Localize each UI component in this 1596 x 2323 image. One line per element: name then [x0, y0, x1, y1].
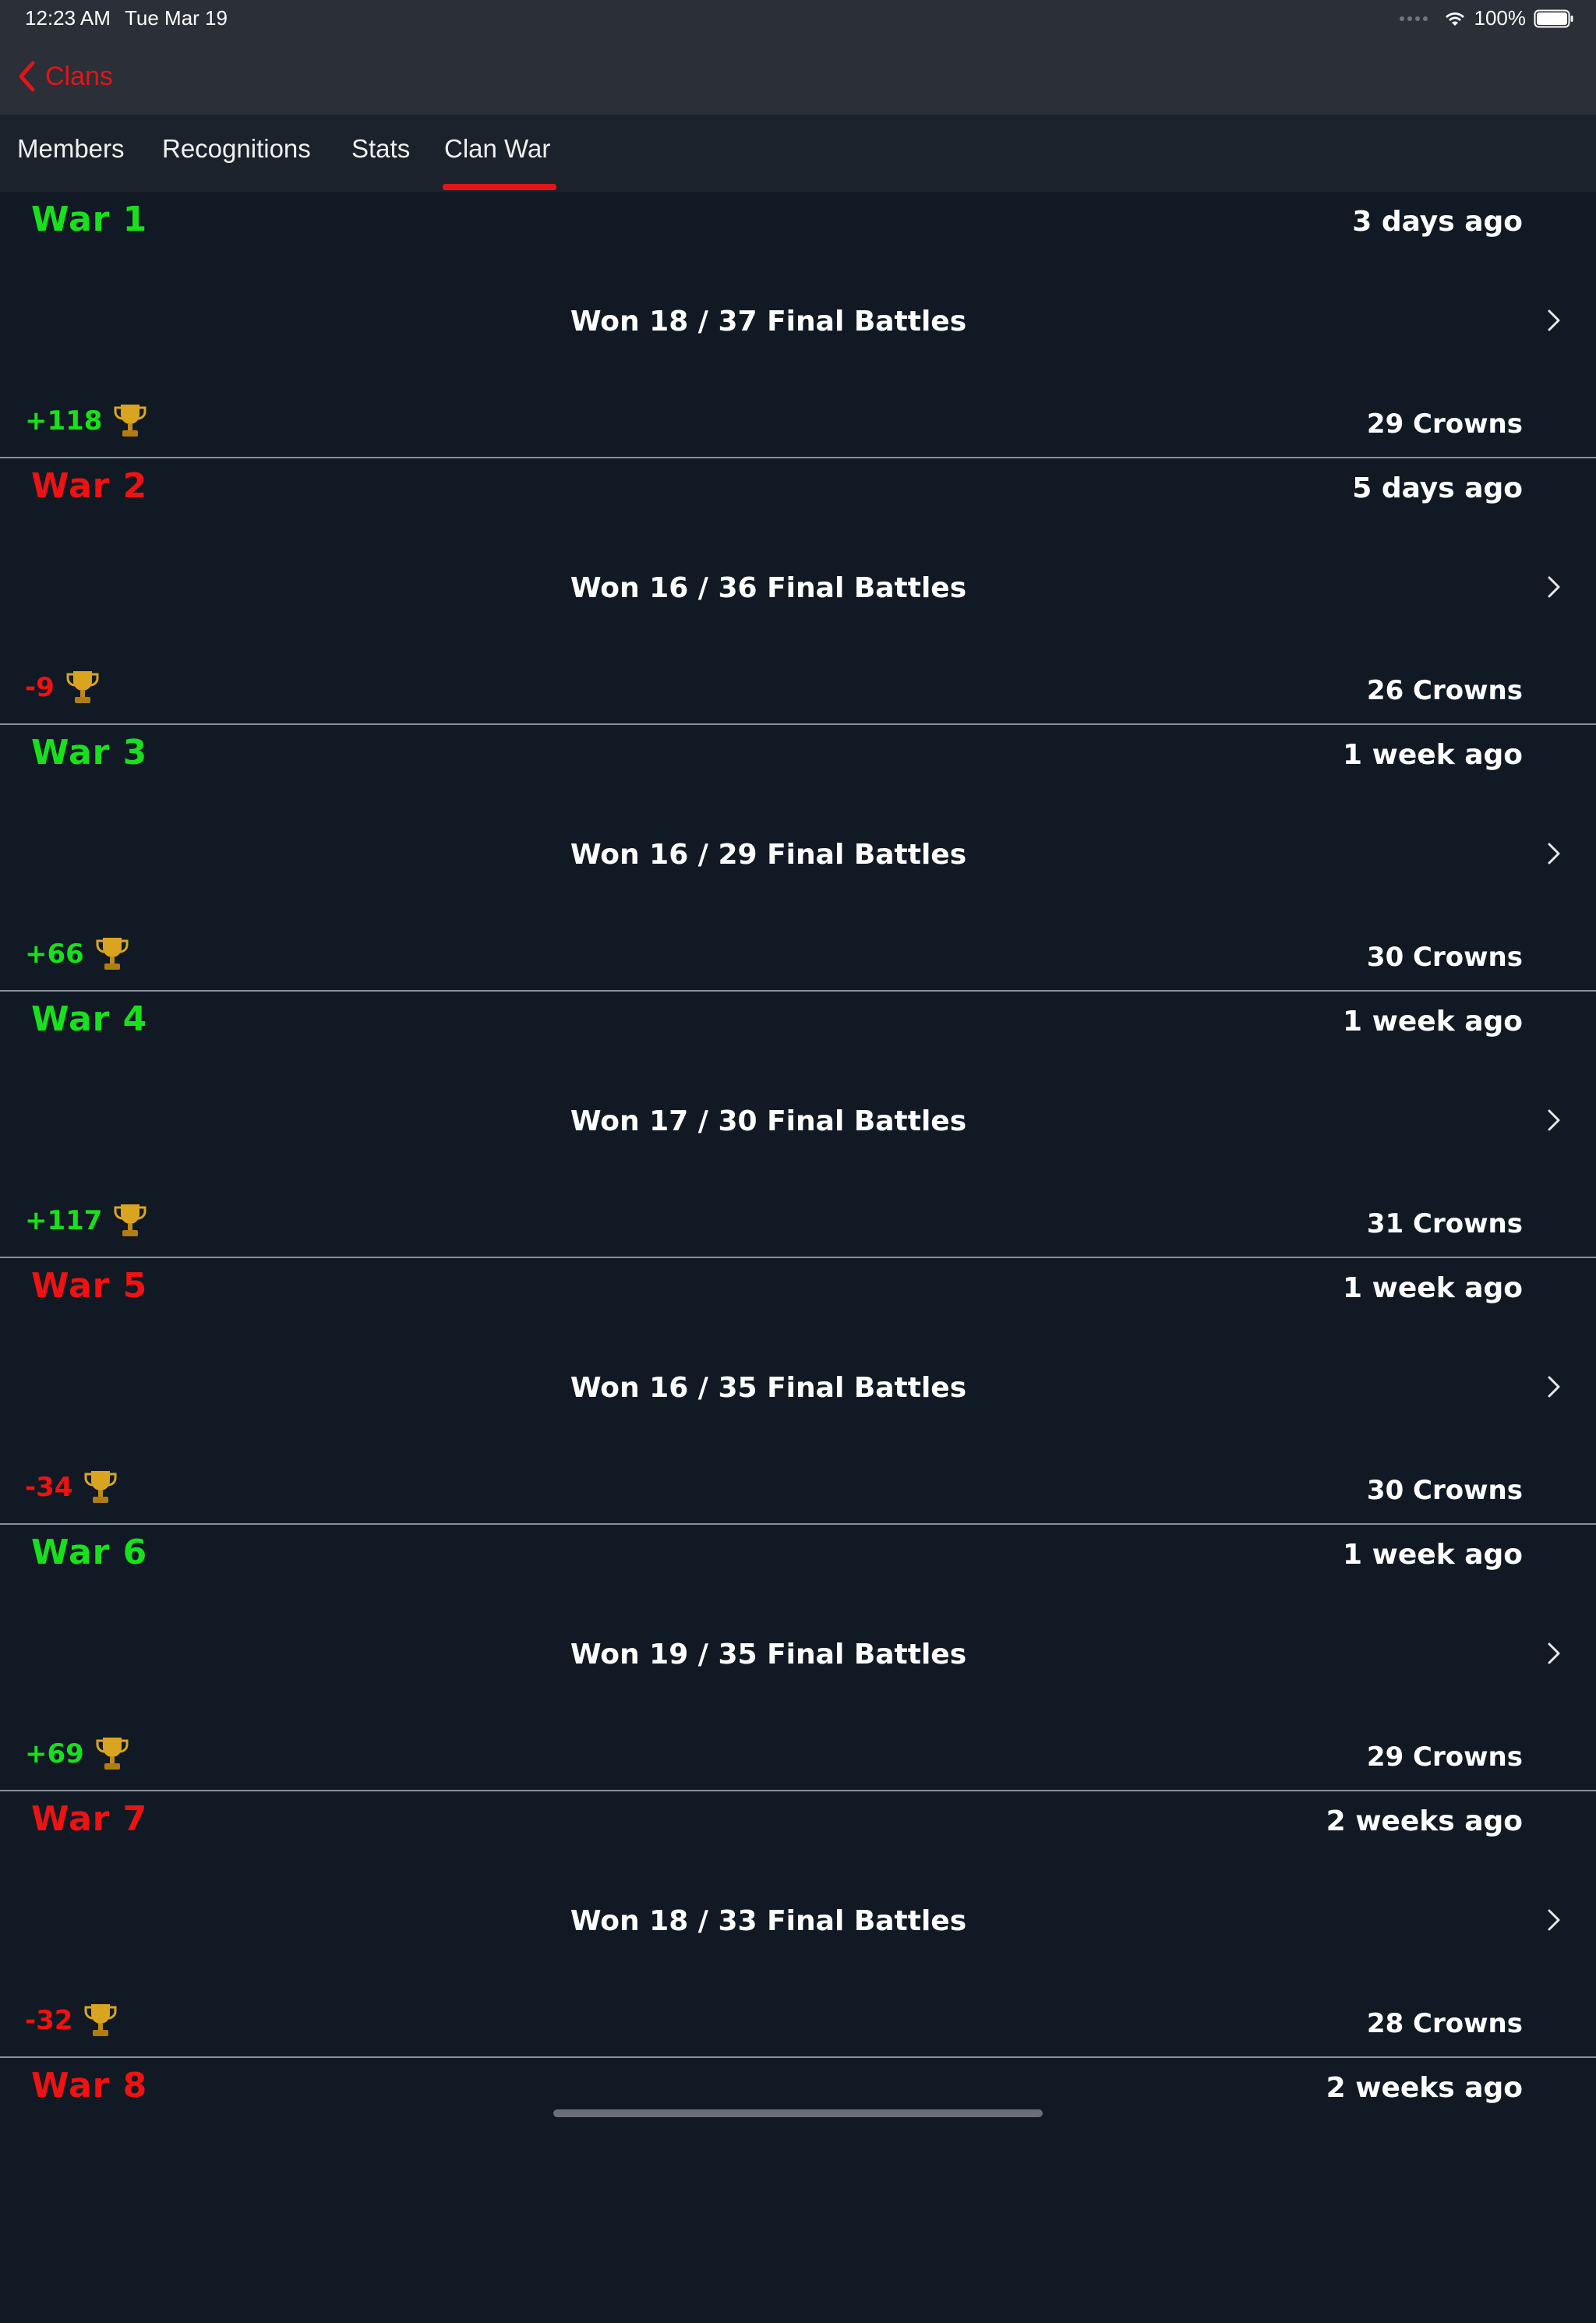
war-time: 2 weeks ago: [1326, 2072, 1523, 2104]
chevron-right-icon: [1546, 842, 1562, 865]
war-crowns: 29 Crowns: [1366, 408, 1523, 440]
war-row[interactable]: War 6 1 week ago Won 19 / 35 Final Battl…: [0, 1523, 1596, 1790]
war-summary: Won 16 / 36 Final Battles: [570, 572, 967, 604]
status-time: 12:23 AM: [25, 6, 111, 30]
trophy-change-value: +69: [25, 1738, 84, 1770]
chevron-right-icon: [1546, 1375, 1562, 1398]
war-title: War 5: [31, 1266, 148, 1306]
status-date: Tue Mar 19: [125, 6, 228, 30]
trophy-change: +69: [25, 1735, 129, 1773]
status-indicators: 100%: [1399, 6, 1575, 30]
war-crowns: 29 Crowns: [1366, 1741, 1523, 1773]
war-row[interactable]: War 4 1 week ago Won 17 / 30 Final Battl…: [0, 990, 1596, 1257]
trophy-change-value: -34: [25, 1472, 73, 1503]
chevron-left-icon: [17, 60, 36, 93]
selected-tab-indicator: [443, 184, 556, 190]
trophy-icon: [83, 1469, 118, 1506]
trophy-change: +118: [25, 402, 147, 440]
trophy-change: -34: [25, 1469, 118, 1506]
war-crowns: 30 Crowns: [1366, 1475, 1523, 1506]
war-list: War 1 3 days ago Won 18 / 37 Final Battl…: [0, 192, 1596, 2323]
chevron-right-icon: [1546, 309, 1562, 332]
trophy-change-value: +118: [25, 405, 103, 437]
war-title: War 7: [31, 1799, 148, 1839]
trophy-change: -9: [25, 669, 100, 706]
war-time: 1 week ago: [1343, 739, 1523, 771]
trophy-change: +66: [25, 935, 129, 973]
war-time: 1 week ago: [1343, 1272, 1523, 1304]
war-title: War 6: [31, 1533, 148, 1572]
battery-percentage: 100%: [1474, 6, 1527, 30]
war-row[interactable]: War 1 3 days ago Won 18 / 37 Final Battl…: [0, 192, 1596, 457]
war-time: 3 days ago: [1352, 206, 1523, 238]
chevron-right-icon: [1546, 1108, 1562, 1132]
tab-clan-war[interactable]: Clan War: [444, 134, 550, 173]
chevron-right-icon: [1546, 1642, 1562, 1665]
war-crowns: 30 Crowns: [1366, 942, 1523, 973]
war-title: War 3: [31, 733, 148, 773]
trophy-change: +117: [25, 1202, 147, 1239]
war-time: 1 week ago: [1343, 1539, 1523, 1571]
war-summary: Won 16 / 29 Final Battles: [570, 839, 967, 871]
trophy-change-value: -32: [25, 2005, 73, 2036]
trophy-change: -32: [25, 2002, 118, 2039]
back-button[interactable]: Clans: [17, 56, 113, 97]
trophy-change-value: +66: [25, 939, 84, 970]
cellular-signal-icon: [1399, 16, 1428, 21]
war-title: War 1: [31, 200, 148, 239]
trophy-icon: [95, 935, 129, 973]
tab-stats[interactable]: Stats: [351, 134, 410, 173]
trophy-change-value: +117: [25, 1205, 103, 1236]
war-row[interactable]: War 7 2 weeks ago Won 18 / 33 Final Batt…: [0, 1790, 1596, 2056]
war-title: War 4: [31, 999, 148, 1039]
war-crowns: 28 Crowns: [1366, 2008, 1523, 2039]
war-row[interactable]: War 2 5 days ago Won 16 / 36 Final Battl…: [0, 457, 1596, 723]
trophy-change-value: -9: [25, 672, 55, 703]
wifi-icon: [1443, 9, 1467, 28]
war-summary: Won 18 / 37 Final Battles: [570, 306, 967, 338]
war-title: War 8: [31, 2066, 148, 2106]
war-time: 1 week ago: [1343, 1006, 1523, 1038]
war-summary: Won 16 / 35 Final Battles: [570, 1372, 967, 1404]
home-indicator: [553, 2109, 1043, 2117]
trophy-icon: [113, 1202, 147, 1239]
war-row[interactable]: War 3 1 week ago Won 16 / 29 Final Battl…: [0, 723, 1596, 990]
tab-recognitions[interactable]: Recognitions: [162, 134, 311, 173]
war-title: War 2: [31, 466, 148, 506]
war-summary: Won 19 / 35 Final Battles: [570, 1639, 967, 1671]
war-time: 5 days ago: [1352, 472, 1523, 504]
trophy-icon: [83, 2002, 118, 2039]
battery-icon: [1534, 9, 1574, 28]
status-bar: 12:23 AM Tue Mar 19 100%: [0, 0, 1596, 39]
trophy-icon: [65, 669, 100, 706]
trophy-icon: [95, 1735, 129, 1773]
chevron-right-icon: [1546, 575, 1562, 599]
war-time: 2 weeks ago: [1326, 1805, 1523, 1837]
war-crowns: 31 Crowns: [1366, 1208, 1523, 1239]
back-button-label: Clans: [45, 61, 113, 91]
war-summary: Won 18 / 33 Final Battles: [570, 1905, 967, 1937]
tab-members[interactable]: Members: [17, 134, 125, 173]
trophy-icon: [113, 402, 147, 440]
tab-bar: Members Recognitions Stats Clan War: [0, 115, 1596, 192]
war-crowns: 26 Crowns: [1366, 675, 1523, 706]
chevron-right-icon: [1546, 1908, 1562, 1932]
war-row[interactable]: War 8 2 weeks ago: [0, 2056, 1596, 2323]
war-summary: Won 17 / 30 Final Battles: [570, 1105, 967, 1137]
war-row[interactable]: War 5 1 week ago Won 16 / 35 Final Battl…: [0, 1257, 1596, 1523]
navigation-bar: Clans: [0, 39, 1596, 115]
